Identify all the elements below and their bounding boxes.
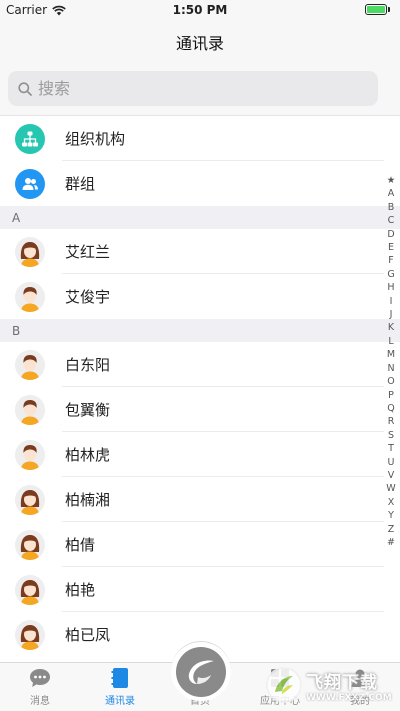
- home-logo-icon: [176, 646, 226, 697]
- contacts-book-icon: [111, 666, 129, 690]
- watermark: 飞翔下载 WWW.FXXZ.COM: [266, 663, 394, 707]
- contact-name: 柏已凤: [65, 626, 111, 644]
- alphabet-index[interactable]: ★ A B C D E F G H I J K L M N O P Q R S T U V W X Y Z #: [384, 174, 398, 549]
- battery-tip: [388, 7, 390, 12]
- index-letter[interactable]: X: [388, 496, 395, 509]
- contact-name: 柏艳: [65, 581, 96, 599]
- index-letter[interactable]: W: [386, 482, 395, 495]
- watermark-main-text: 飞翔下载: [306, 672, 378, 693]
- index-letter[interactable]: K: [388, 321, 394, 334]
- group-icon: [15, 168, 45, 199]
- chat-bubble-icon: [29, 666, 51, 690]
- tab-contacts[interactable]: 通讯录: [80, 663, 160, 711]
- page-title: 通讯录: [175, 34, 224, 53]
- avatar-female: [15, 619, 45, 650]
- status-bar: Carrier 1:50 PM: [0, 0, 400, 22]
- index-letter[interactable]: A: [388, 187, 395, 200]
- index-letter[interactable]: C: [388, 214, 395, 227]
- org-label: 组织机构: [65, 130, 126, 148]
- index-letter[interactable]: #: [387, 536, 395, 549]
- index-letter[interactable]: V: [388, 469, 395, 482]
- home-center-button[interactable]: [171, 641, 231, 701]
- nav-bar: 通讯录: [0, 22, 400, 62]
- index-letter[interactable]: N: [387, 362, 394, 375]
- contact-name: 艾俊宇: [65, 288, 111, 306]
- org-row[interactable]: 组织机构: [0, 116, 400, 161]
- index-letter[interactable]: S: [388, 429, 394, 442]
- avatar-female: [15, 574, 45, 605]
- contact-list[interactable]: 组织机构 群组 A 艾红兰艾俊宇 B 白东阳包翼衡柏林虎柏楠湘柏倩柏艳柏已凤: [0, 116, 400, 662]
- index-letter[interactable]: L: [388, 335, 393, 348]
- contact-name: 柏倩: [65, 536, 96, 554]
- watermark-logo-icon: [266, 667, 302, 703]
- search-box[interactable]: [8, 71, 378, 106]
- index-letter[interactable]: G: [387, 268, 394, 281]
- index-letter[interactable]: I: [390, 295, 393, 308]
- contact-name: 柏楠湘: [65, 491, 111, 509]
- avatar-female: [15, 484, 45, 515]
- contact-row[interactable]: 柏林虎: [0, 432, 400, 477]
- contact-row[interactable]: 柏艳: [0, 567, 400, 612]
- section-header-b: B: [0, 319, 400, 342]
- status-time: 1:50 PM: [172, 3, 228, 17]
- section-header-a: A: [0, 206, 400, 229]
- index-letter[interactable]: T: [388, 442, 394, 455]
- avatar-male: [15, 439, 45, 470]
- tab-messages[interactable]: 消息: [0, 663, 80, 711]
- index-letter[interactable]: D: [387, 228, 394, 241]
- avatar-male: [15, 281, 45, 312]
- avatar-female: [15, 529, 45, 560]
- contact-name: 柏林虎: [65, 446, 111, 464]
- contact-name: 艾红兰: [65, 243, 111, 261]
- contact-name: 白东阳: [65, 356, 111, 374]
- contact-row[interactable]: 柏楠湘: [0, 477, 400, 522]
- index-letter[interactable]: M: [387, 348, 395, 361]
- contact-row[interactable]: 艾俊宇: [0, 274, 400, 319]
- battery-icon: [365, 4, 387, 15]
- index-letter[interactable]: E: [388, 241, 394, 254]
- org-chart-icon: [15, 123, 45, 154]
- avatar-male: [15, 349, 45, 380]
- index-letter[interactable]: R: [388, 415, 395, 428]
- index-letter[interactable]: Z: [388, 523, 395, 536]
- contact-row[interactable]: 白东阳: [0, 342, 400, 387]
- tab-contacts-label: 通讯录: [105, 696, 135, 707]
- index-letter[interactable]: ★: [387, 174, 396, 187]
- group-label: 群组: [65, 175, 96, 193]
- search-area: [0, 62, 400, 116]
- search-input[interactable]: [38, 79, 338, 98]
- index-letter[interactable]: U: [388, 456, 395, 469]
- contact-row[interactable]: 柏倩: [0, 522, 400, 567]
- index-letter[interactable]: H: [387, 281, 394, 294]
- contact-row[interactable]: 包翼衡: [0, 387, 400, 432]
- index-letter[interactable]: B: [388, 201, 395, 214]
- watermark-sub-text: WWW.FXXZ.COM: [306, 692, 392, 703]
- contact-name: 包翼衡: [65, 401, 111, 419]
- index-letter[interactable]: Y: [388, 509, 394, 522]
- avatar-female: [15, 236, 45, 267]
- index-letter[interactable]: O: [387, 375, 394, 388]
- battery-indicator: [365, 4, 390, 15]
- avatar-male: [15, 394, 45, 425]
- search-icon: [18, 81, 32, 96]
- group-row[interactable]: 群组: [0, 161, 400, 206]
- index-letter[interactable]: P: [388, 389, 394, 402]
- contact-row[interactable]: 艾红兰: [0, 229, 400, 274]
- tab-messages-label: 消息: [30, 696, 50, 707]
- index-letter[interactable]: Q: [387, 402, 394, 415]
- index-letter[interactable]: J: [390, 308, 393, 321]
- index-letter[interactable]: F: [388, 254, 393, 267]
